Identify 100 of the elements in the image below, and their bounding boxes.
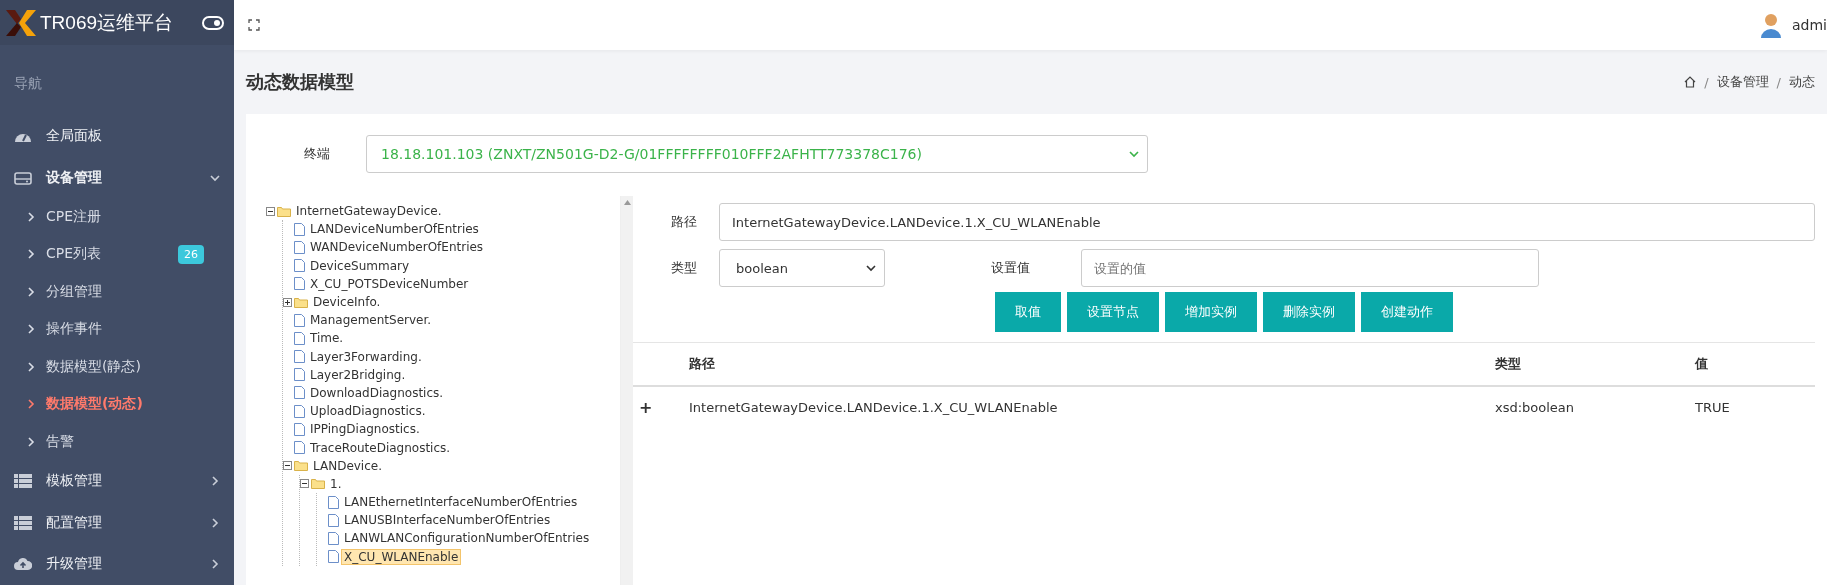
tree-node[interactable]: DownloadDiagnostics. xyxy=(307,384,447,401)
nav-subitem[interactable]: 告警 xyxy=(0,423,234,461)
fullscreen-icon[interactable] xyxy=(248,19,260,31)
set-value-label: 设置值 xyxy=(991,259,1031,277)
brand-title: TR069运维平台 xyxy=(40,10,175,35)
tree-node[interactable]: TraceRouteDiagnostics. xyxy=(307,439,454,456)
dropdown-caret-icon xyxy=(866,263,876,273)
nav-heading: 导航 xyxy=(13,74,43,94)
avatar-icon xyxy=(1760,12,1782,38)
path-field[interactable]: InternetGatewayDevice.LANDevice.1.X_CU_WLANEnable xyxy=(719,203,1815,241)
expand-icon[interactable] xyxy=(283,297,292,307)
column-header: 值 xyxy=(1695,355,1709,373)
terminal-label: 终端 xyxy=(303,145,331,163)
chevron-icon xyxy=(26,212,36,222)
nav-item[interactable]: 设备管理 xyxy=(0,156,234,199)
table-cell-text: xsd:boolean xyxy=(1495,399,1576,415)
nav-subitem[interactable]: 分组管理 xyxy=(0,273,234,311)
collapse-icon[interactable] xyxy=(300,479,309,489)
document-icon xyxy=(294,331,305,345)
document-icon xyxy=(294,350,305,364)
tree-node[interactable]: Time. xyxy=(307,330,347,347)
folder-icon xyxy=(311,478,325,490)
folder-icon xyxy=(294,460,308,472)
folder-icon xyxy=(277,205,291,217)
chevron-icon xyxy=(26,399,36,410)
logo-icon xyxy=(6,9,36,36)
breadcrumb-separator: / xyxy=(1704,74,1709,90)
document-icon xyxy=(294,277,305,291)
set-value-field[interactable]: 设置的值 xyxy=(1081,249,1539,287)
user-name[interactable]: admi xyxy=(1792,17,1827,33)
column-header: 类型 xyxy=(1495,355,1522,373)
document-icon xyxy=(294,386,305,400)
chevron-icon xyxy=(210,517,220,528)
list-icon xyxy=(14,474,32,489)
list-icon xyxy=(14,515,32,530)
chevron-icon xyxy=(26,324,36,335)
tree-node[interactable]: ManagementServer. xyxy=(307,312,435,329)
collapse-icon[interactable] xyxy=(266,206,275,216)
document-icon xyxy=(328,550,339,564)
drive-icon xyxy=(14,170,32,185)
tree-node[interactable]: DeviceInfo. xyxy=(310,294,384,311)
chevron-icon xyxy=(26,436,36,447)
document-icon xyxy=(294,313,305,327)
tree-node[interactable]: LANDeviceNumberOfEntries xyxy=(307,221,482,238)
tree-node[interactable]: InternetGatewayDevice. xyxy=(293,203,445,220)
chevron-icon xyxy=(210,476,220,487)
document-icon xyxy=(328,531,339,545)
document-icon xyxy=(294,368,305,382)
type-select[interactable]: boolean xyxy=(719,249,885,287)
tree-node[interactable]: 1. xyxy=(327,475,345,492)
tree-node[interactable]: LANWLANConfigurationNumberOfEntries xyxy=(341,530,593,547)
nav-subitem[interactable]: CPE注册 xyxy=(0,198,234,236)
chevron-icon xyxy=(26,249,36,260)
folder-icon xyxy=(294,296,308,308)
home-icon[interactable] xyxy=(1684,76,1697,88)
chevron-icon xyxy=(26,361,36,372)
document-icon xyxy=(294,259,305,273)
document-icon xyxy=(328,495,339,509)
breadcrumb-item: 动态 xyxy=(1789,73,1815,91)
document-icon xyxy=(328,513,339,527)
nav-subitem[interactable]: 操作事件 xyxy=(0,310,234,349)
tree-node[interactable]: Layer3Forwarding. xyxy=(307,348,425,365)
toggle-icon[interactable] xyxy=(202,15,224,30)
document-icon xyxy=(294,441,305,455)
tree-node[interactable]: IPPingDiagnostics. xyxy=(307,421,423,438)
tree-node[interactable]: UploadDiagnostics. xyxy=(307,403,429,420)
tree-node[interactable]: DeviceSummary xyxy=(307,257,413,274)
tree-node[interactable]: WANDeviceNumberOfEntries xyxy=(307,239,487,256)
expand-row-toggle[interactable]: + xyxy=(633,397,689,417)
nav-item[interactable]: 全局面板 xyxy=(0,115,234,157)
document-icon xyxy=(294,222,305,236)
cloud-upload-icon xyxy=(14,557,32,572)
nav-subitem[interactable]: 数据模型(静态) xyxy=(0,348,234,386)
chevron-icon xyxy=(210,559,220,570)
path-label: 路径 xyxy=(671,213,698,231)
type-label: 类型 xyxy=(671,259,698,277)
dropdown-caret-icon xyxy=(1129,149,1139,159)
table-cell-text: TRUE xyxy=(1695,399,1731,415)
collapse-icon[interactable] xyxy=(283,461,292,471)
nav-item[interactable]: 升级管理 xyxy=(0,543,234,585)
tree-node[interactable]: LANEthernetInterfaceNumberOfEntries xyxy=(341,494,581,511)
nav-item[interactable]: 配置管理 xyxy=(0,502,234,544)
nav-item[interactable]: 模板管理 xyxy=(0,460,234,503)
column-header: 路径 xyxy=(689,355,716,373)
breadcrumb-item[interactable]: 设备管理 xyxy=(1716,73,1769,91)
tree-node[interactable]: LANUSBInterfaceNumberOfEntries xyxy=(341,512,554,529)
tree-node[interactable]: X_CU_WLANEnable xyxy=(341,548,462,565)
breadcrumb-separator: / xyxy=(1776,74,1781,90)
tree-node[interactable]: Layer2Bridging. xyxy=(307,366,409,383)
chevron-icon xyxy=(26,286,36,297)
tree-node[interactable]: X_CU_POTSDeviceNumber xyxy=(307,275,472,292)
nav-subitem[interactable]: CPE列表 26 xyxy=(0,235,234,274)
document-icon xyxy=(294,240,305,254)
table-cell-text: InternetGatewayDevice.LANDevice.1.X_CU_WLANEnable xyxy=(689,399,1059,415)
chevron-icon xyxy=(210,172,220,183)
tree-node[interactable]: LANDevice. xyxy=(310,457,385,474)
document-icon xyxy=(294,422,305,436)
count-badge: 26 xyxy=(178,245,204,264)
document-icon xyxy=(294,404,305,418)
page-title: 动态数据模型 xyxy=(246,70,355,94)
